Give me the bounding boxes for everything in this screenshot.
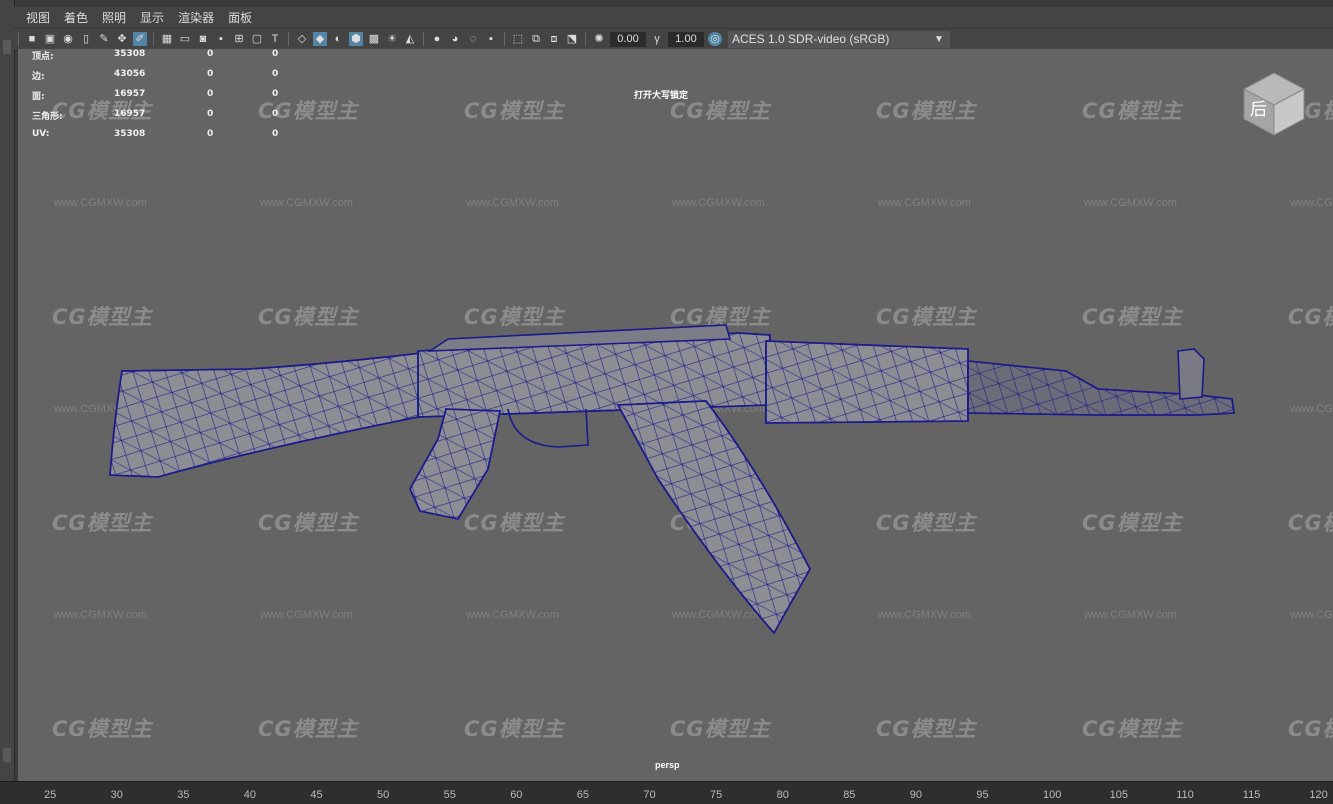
menu-show[interactable]: 显示 xyxy=(140,9,164,26)
camera-name-label: persp xyxy=(655,760,680,770)
ruler-tick-label: 50 xyxy=(377,789,390,801)
ruler-tick-label: 80 xyxy=(776,789,789,801)
film-gate-icon[interactable]: ▭ xyxy=(178,32,192,46)
grease-pencil-icon[interactable]: ✎ xyxy=(97,32,111,46)
menu-panels[interactable]: 面板 xyxy=(228,9,252,26)
gamma-field[interactable]: 1.00 xyxy=(668,31,704,47)
ruler-tick-label: 100 xyxy=(1043,789,1062,801)
exposure-field[interactable]: 0.00 xyxy=(610,31,646,47)
ruler-tick-label: 35 xyxy=(177,789,190,801)
bookmark-icon[interactable]: ◉ xyxy=(61,32,75,46)
xray-active-components-icon[interactable]: ⧈ xyxy=(547,32,561,46)
safe-action-icon[interactable]: ▢ xyxy=(250,32,264,46)
chevron-down-icon: ▼ xyxy=(934,33,944,45)
ruler-tick-label: 85 xyxy=(843,789,856,801)
ruler-tick-label: 45 xyxy=(310,789,323,801)
exposure-icon[interactable]: ✺ xyxy=(592,32,606,46)
toolbar-separator xyxy=(423,32,424,46)
field-chart-icon[interactable]: ⊞ xyxy=(232,32,246,46)
toolbar-separator xyxy=(288,32,289,46)
wireframe-on-shaded-icon[interactable]: ⬢ xyxy=(349,32,363,46)
color-management-icon[interactable]: ◎ xyxy=(708,32,722,46)
ruler-tick-label: 115 xyxy=(1242,789,1261,801)
toolbar-separator xyxy=(18,32,19,46)
scroll-handle[interactable] xyxy=(3,40,11,54)
2d-pan-zoom-icon[interactable]: ✥ xyxy=(115,32,129,46)
menu-shading[interactable]: 着色 xyxy=(64,9,88,26)
ruler-tick-label: 110 xyxy=(1176,789,1194,801)
menu-renderer[interactable]: 渲染器 xyxy=(178,9,214,26)
ruler-tick-label: 95 xyxy=(976,789,989,801)
smooth-shade-icon[interactable]: ◆ xyxy=(313,32,327,46)
ruler-tick-label: 25 xyxy=(44,789,57,801)
screen-space-ao-icon[interactable]: ● xyxy=(430,32,444,46)
ruler-tick-label: 120 xyxy=(1309,789,1328,801)
view-transform-dropdown[interactable]: ACES 1.0 SDR-video (sRGB) ▼ xyxy=(728,30,950,48)
view-transform-value: ACES 1.0 SDR-video (sRGB) xyxy=(732,31,890,46)
camera-icon[interactable]: ■ xyxy=(25,32,39,46)
image-plane-icon[interactable]: ▯ xyxy=(79,32,93,46)
pen-tool-icon[interactable]: ✐ xyxy=(133,32,147,46)
ruler-tick-label: 70 xyxy=(643,789,656,801)
lights-icon[interactable]: ☀ xyxy=(385,32,399,46)
toolbar-separator xyxy=(153,32,154,46)
safe-title-icon[interactable]: T xyxy=(268,32,282,46)
gamma-icon[interactable]: γ xyxy=(650,32,664,46)
time-slider-ruler[interactable]: 25 30 35 40 45 50 55 60 65 70 75 80 85 90 95 100 105 110 1… xyxy=(0,781,1333,804)
menu-view[interactable]: 视图 xyxy=(26,9,50,26)
toolbar-separator xyxy=(504,32,505,46)
ruler-tick-label: 30 xyxy=(110,789,123,801)
panel-menubar: 视图 着色 照明 显示 渲染器 面板 xyxy=(14,7,1333,28)
panel-toolbar: ■ ▣ ◉ ▯ ✎ ✥ ✐ ▦ ▭ ◙ ▪ ⊞ ▢ T ◇ ◆ ◐ ⬢ ▩ ☀ … xyxy=(14,29,1333,49)
motion-blur-icon[interactable]: ◕ xyxy=(448,32,462,46)
xray-joints-icon[interactable]: ⬔ xyxy=(565,32,579,46)
textured-icon[interactable]: ▩ xyxy=(367,32,381,46)
depth-of-field-icon[interactable]: ▪ xyxy=(484,32,498,46)
xray-icon[interactable]: ⧉ xyxy=(529,32,543,46)
ruler-tick-label: 105 xyxy=(1109,789,1128,801)
ruler-tick-label: 90 xyxy=(909,789,923,801)
anti-aliasing-icon[interactable]: ◌ xyxy=(466,32,480,46)
ruler-tick-label: 65 xyxy=(576,789,590,801)
ruler-tick-label: 75 xyxy=(710,789,723,801)
ruler-tick-label: 55 xyxy=(443,789,456,801)
ruler-tick-label: 40 xyxy=(243,789,257,801)
default-material-icon[interactable]: ◐ xyxy=(331,32,345,46)
isolate-select-icon[interactable]: ⬚ xyxy=(511,32,525,46)
resolution-gate-icon[interactable]: ◙ xyxy=(196,32,210,46)
left-panel-strip xyxy=(0,0,15,803)
ruler-tick-label: 60 xyxy=(510,789,523,801)
camera-attributes-icon[interactable]: ▣ xyxy=(43,32,57,46)
grid-icon[interactable]: ▦ xyxy=(160,32,174,46)
3d-viewport[interactable]: CG模型主 www.CGMXW.com CG模型主 www.CGMXW.com CG模型… xyxy=(18,49,1333,781)
wireframe-icon[interactable]: ◇ xyxy=(295,32,309,46)
menu-lighting[interactable]: 照明 xyxy=(102,9,126,26)
rifle-model-mesh[interactable] xyxy=(18,49,1333,781)
gate-mask-icon[interactable]: ▪ xyxy=(214,32,228,46)
scroll-handle-bottom[interactable] xyxy=(3,748,11,762)
toolbar-separator xyxy=(585,32,586,46)
shadows-icon[interactable]: ◭ xyxy=(403,32,417,46)
